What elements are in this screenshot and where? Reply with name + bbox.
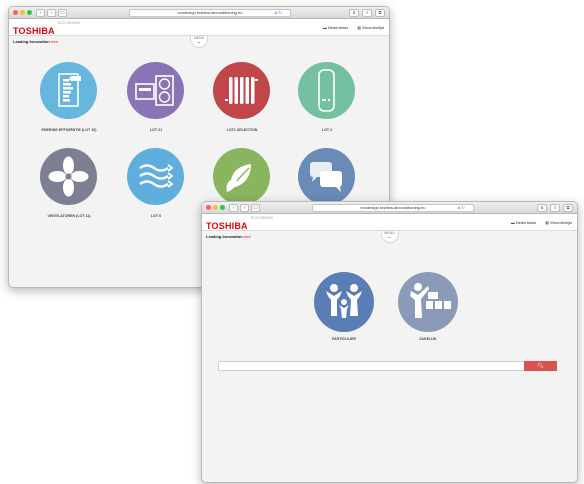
- browser-tools: ⬇ ⇧ ⧉: [349, 9, 385, 17]
- business-icon: [410, 283, 451, 318]
- chevron-down-icon: ⌄: [196, 39, 202, 45]
- category-contact[interactable]: [298, 148, 355, 205]
- forward-button[interactable]: ›: [47, 9, 56, 17]
- close-window-button[interactable]: [206, 205, 211, 210]
- browser-toolbar: ‹ › ▭ ecodesign.toshiba-airconditioning.…: [9, 7, 389, 19]
- address-url: ecodesign.toshiba-airconditioning.eu: [177, 10, 243, 15]
- search-button[interactable]: 🔍︎: [524, 361, 557, 371]
- energy-label-icon: [58, 73, 81, 107]
- tagline: Leading Innovation: [206, 234, 243, 239]
- share-icon[interactable]: ⇧: [362, 9, 372, 17]
- choice-label-particulier: PARTICULIER: [332, 337, 356, 341]
- category-label-lot-6: LOT 6: [150, 214, 162, 218]
- site-header: TOSHIBAECO DESIGN Leading Innovation >>>…: [9, 19, 389, 44]
- tabs-icon[interactable]: ⧉: [563, 204, 573, 212]
- category-sustainability[interactable]: [213, 148, 270, 205]
- fan-icon: [48, 156, 89, 197]
- chevron-down-icon: ⌄: [387, 234, 392, 240]
- zoom-window-button[interactable]: [27, 10, 32, 15]
- tagline-arrow: >>>: [243, 234, 251, 239]
- category-label-lot-21: LOT 21: [149, 128, 163, 132]
- choice-label-zakelijk: ZAKELIJK: [419, 337, 437, 341]
- header-links: ▬Nederlands ▦Woordenlijst: [511, 220, 572, 225]
- tagline: Leading Innovation: [13, 39, 50, 44]
- sidebar-icon[interactable]: ▭: [58, 9, 67, 17]
- search-input[interactable]: [218, 361, 525, 371]
- eco-design-label: ECO DESIGN: [57, 21, 80, 25]
- download-icon[interactable]: ⬇: [537, 204, 547, 212]
- brand-name: TOSHIBA: [13, 26, 55, 36]
- address-bar[interactable]: ecodesign.toshiba-airconditioning.eu ◂) …: [129, 9, 291, 17]
- reload-icon[interactable]: ◂) ↻: [274, 10, 282, 16]
- minimize-window-button[interactable]: [20, 10, 25, 15]
- category-lot-2[interactable]: [298, 62, 355, 119]
- category-lot-21[interactable]: [127, 62, 184, 119]
- sidebar-icon[interactable]: ▭: [251, 204, 260, 212]
- browser-window-front: ‹ › ▭ ecodesign.toshiba-airconditioning.…: [201, 201, 578, 483]
- category-label-lot1-selection: LOT1 SELECTION: [226, 128, 258, 132]
- back-button[interactable]: ‹: [229, 204, 238, 212]
- air-waves-icon: [139, 164, 174, 188]
- language-link[interactable]: ▬Nederlands: [323, 25, 348, 30]
- minimize-window-button[interactable]: [213, 205, 218, 210]
- category-label-energy: ENERGIE-EFFICIËNTIE (LOT 10): [41, 128, 97, 132]
- header-links: ▬Nederlands ▦Woordenlijst: [323, 25, 384, 30]
- navigation-buttons: ‹ › ▭: [36, 9, 67, 17]
- window-controls: [13, 10, 32, 15]
- family-icon: [326, 284, 362, 318]
- heat-pump-unit-icon: [135, 75, 174, 106]
- category-label-ventilators: VENTILATOREN (LOT 11): [47, 214, 91, 218]
- radiator-icon: [225, 77, 258, 104]
- close-window-button[interactable]: [13, 10, 18, 15]
- address-bar[interactable]: ecodesign.toshiba-airconditioning.eu ◂) …: [312, 204, 474, 212]
- site-header: TOSHIBAECO DESIGN Leading Innovation >>>…: [202, 214, 577, 239]
- menu-toggle[interactable]: MENU ⌄: [190, 35, 208, 48]
- menu-toggle[interactable]: MENU ⌄: [380, 230, 399, 243]
- share-icon[interactable]: ⇧: [550, 204, 560, 212]
- navigation-buttons: ‹ › ▭: [229, 204, 260, 212]
- browser-tools: ⬇ ⇧ ⧉: [537, 204, 573, 212]
- brand-name: TOSHIBA: [206, 221, 248, 231]
- glossary-link[interactable]: ▦Woordenlijst: [357, 25, 384, 30]
- window-controls: [206, 205, 225, 210]
- search-icon: 🔍︎: [537, 363, 544, 369]
- tagline-arrow: >>>: [50, 39, 58, 44]
- download-icon[interactable]: ⬇: [349, 9, 359, 17]
- category-ventilators[interactable]: [40, 148, 97, 205]
- flag-icon: ▬: [510, 220, 515, 225]
- water-heater-icon: [318, 69, 335, 112]
- choice-particulier[interactable]: [314, 272, 374, 332]
- forward-button[interactable]: ›: [240, 204, 249, 212]
- search-bar: 🔍︎: [218, 361, 557, 371]
- eco-design-label: ECO DESIGN: [250, 216, 273, 220]
- browser-toolbar: ‹ › ▭ ecodesign.toshiba-airconditioning.…: [202, 202, 577, 214]
- reload-icon[interactable]: ◂) ↻: [457, 205, 465, 211]
- category-label-lot-2: LOT 2: [321, 128, 333, 132]
- book-icon: ▦: [357, 25, 362, 30]
- zoom-window-button[interactable]: [220, 205, 225, 210]
- category-lot1-selection[interactable]: [213, 62, 270, 119]
- flag-icon: ▬: [322, 25, 327, 30]
- chat-bubbles-icon: [310, 162, 342, 192]
- book-icon: ▦: [545, 220, 550, 225]
- category-energy-efficiency[interactable]: [40, 62, 97, 119]
- toshiba-logo[interactable]: TOSHIBAECO DESIGN Leading Innovation >>>: [206, 216, 273, 239]
- glossary-link[interactable]: ▦Woordenlijst: [545, 220, 572, 225]
- language-link[interactable]: ▬Nederlands: [511, 220, 536, 225]
- back-button[interactable]: ‹: [36, 9, 45, 17]
- address-url: ecodesign.toshiba-airconditioning.eu: [360, 205, 426, 210]
- choice-zakelijk[interactable]: [398, 272, 458, 332]
- tabs-icon[interactable]: ⧉: [375, 9, 385, 17]
- category-lot-6[interactable]: [127, 148, 184, 205]
- leaves-icon: [226, 164, 251, 192]
- toshiba-logo[interactable]: TOSHIBAECO DESIGN Leading Innovation >>>: [13, 21, 80, 44]
